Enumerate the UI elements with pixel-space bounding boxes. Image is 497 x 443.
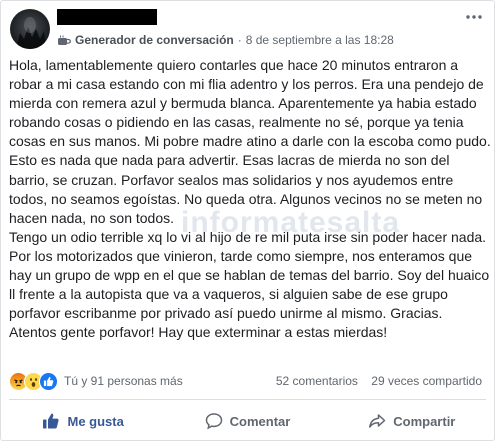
post-meta: Generador de conversación · 8 de septiem… <box>57 33 394 47</box>
reactions-summary[interactable]: Tú y 91 personas más <box>9 371 183 391</box>
divider <box>9 399 486 400</box>
source-name[interactable]: Generador de conversación <box>75 33 234 47</box>
like-reaction-icon <box>39 371 58 391</box>
redacted-author-name <box>57 9 157 25</box>
more-horizontal-icon <box>466 15 482 19</box>
coffee-cup-icon <box>57 35 71 47</box>
share-button[interactable]: Compartir <box>330 402 494 440</box>
share-icon <box>368 412 386 430</box>
reactions-count[interactable]: Tú y 91 personas más <box>64 374 183 388</box>
comments-count[interactable]: 52 comentarios <box>276 374 358 388</box>
post-card: Generador de conversación · 8 de septiem… <box>0 0 495 441</box>
shares-count[interactable]: 29 veces compartido <box>371 374 482 388</box>
avatar-image <box>16 17 46 49</box>
post-actions: Me gusta Comentar Compartir <box>1 402 494 440</box>
comment-button[interactable]: Comentar <box>165 402 329 440</box>
like-button[interactable]: Me gusta <box>1 402 165 440</box>
meta-separator: · <box>237 33 242 47</box>
comment-icon <box>205 412 223 430</box>
avatar[interactable] <box>10 9 50 49</box>
comment-label: Comentar <box>229 413 291 429</box>
thumbs-up-icon <box>42 412 60 430</box>
post-body-text: Hola, lamentablemente quiero contarles q… <box>9 57 491 341</box>
more-options-button[interactable] <box>466 9 482 25</box>
like-label: Me gusta <box>67 413 124 429</box>
post-stats: 52 comentarios 29 veces compartido <box>276 374 482 388</box>
share-label: Compartir <box>393 413 456 429</box>
post-timestamp[interactable]: 8 de septiembre a las 18:28 <box>246 33 394 47</box>
